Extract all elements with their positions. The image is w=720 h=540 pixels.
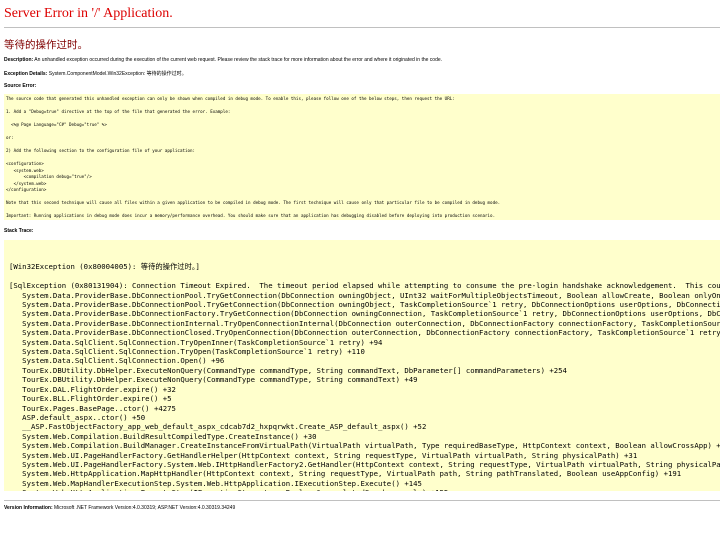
source-error-line: Source Error:	[4, 83, 36, 89]
version-info-line: Version Information: Microsoft .NET Fram…	[4, 505, 235, 511]
error-message-heading: 等待的操作过时。	[4, 40, 88, 51]
stack-trace-line: Stack Trace:	[4, 228, 33, 234]
source-error-box: The source code that generated this unha…	[4, 94, 720, 220]
version-info-text: Microsoft .NET Framework Version:4.0.303…	[52, 505, 236, 511]
source-error-label: Source Error:	[4, 83, 37, 89]
description-text: An unhandled exception occurred during t…	[33, 57, 443, 63]
footer-divider	[4, 500, 720, 501]
exception-details-text: System.ComponentModel.Win32Exception: 等待…	[47, 71, 187, 77]
exception-details-label: Exception Details:	[4, 71, 48, 77]
page-title: Server Error in '/' Application.	[4, 6, 173, 21]
stack-trace-box: [Win32Exception (0x80004005): 等待的操作过时。] …	[4, 240, 720, 491]
exception-details-line: Exception Details: System.ComponentModel…	[4, 70, 187, 77]
description-line: Description: An unhandled exception occu…	[4, 57, 442, 63]
source-error-text: The source code that generated this unha…	[6, 96, 501, 218]
title-divider	[4, 27, 720, 28]
stack-trace-text: [Win32Exception (0x80004005): 等待的操作过时。] …	[9, 262, 720, 491]
stack-trace-label: Stack Trace:	[4, 228, 34, 234]
version-info-label: Version Information:	[4, 505, 53, 511]
description-label: Description:	[4, 57, 34, 63]
